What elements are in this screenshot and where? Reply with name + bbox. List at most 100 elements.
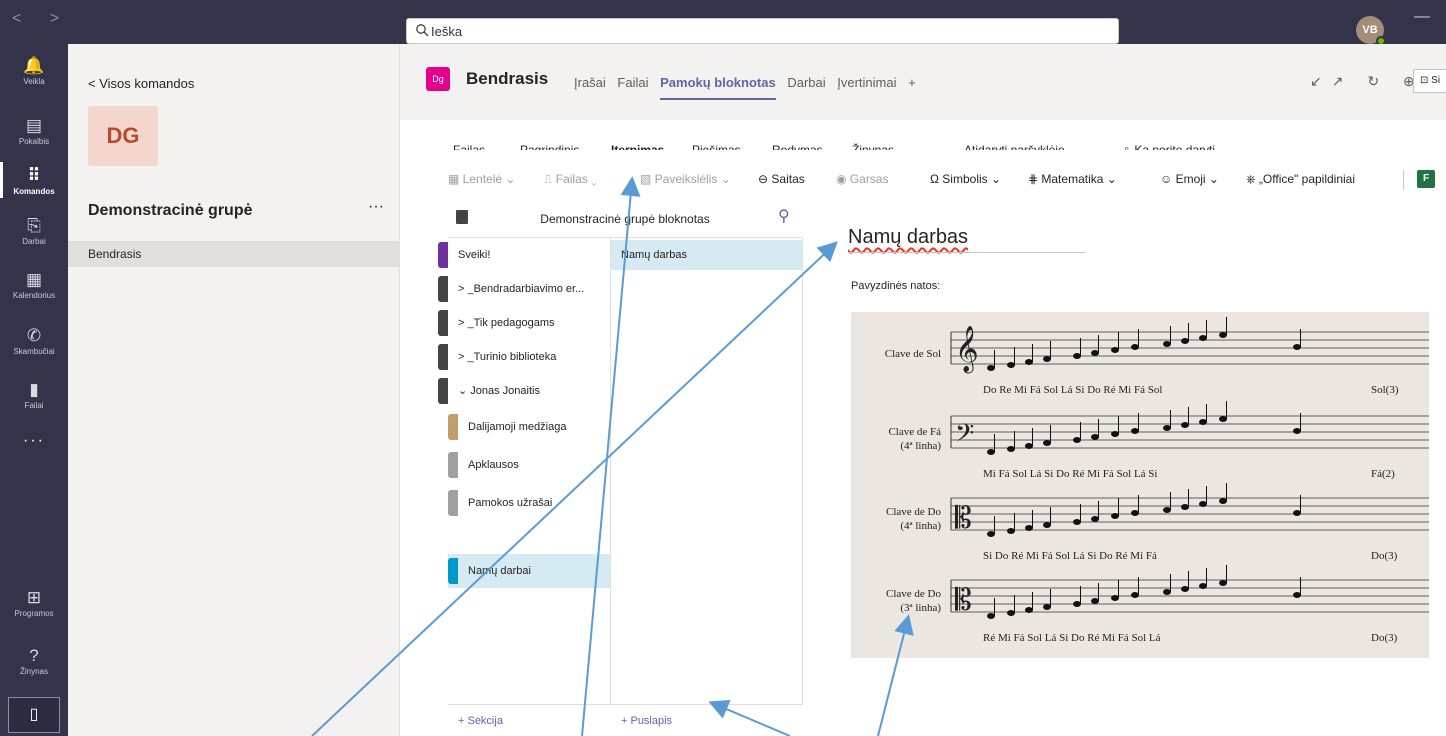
excel-icon[interactable]: F bbox=[1417, 170, 1435, 188]
score-image[interactable]: 𝄞 𝄢 𝄡 𝄡 Clave de Sol Do Re Mi Fá Sol Lá Si … bbox=[851, 312, 1429, 658]
note-head bbox=[1043, 356, 1051, 362]
page-title[interactable]: Namų darbas bbox=[848, 226, 968, 249]
note-head bbox=[1181, 504, 1189, 510]
section-item[interactable]: > _Bendradarbiavimo er... bbox=[438, 272, 610, 306]
device-icon[interactable]: ▯ bbox=[8, 697, 60, 733]
audio-button[interactable]: ◉ Garsas bbox=[836, 172, 888, 186]
section-item-selected[interactable]: Namų darbai bbox=[448, 554, 610, 588]
note-head bbox=[1293, 510, 1301, 516]
rail-item-chat[interactable]: ▤ Pokalbis bbox=[0, 116, 68, 146]
more-options-icon[interactable]: ··· bbox=[368, 198, 384, 216]
section-color-tab bbox=[438, 378, 448, 404]
clef-sub: (4ª linha) bbox=[900, 440, 941, 452]
more-apps-icon[interactable]: ··· bbox=[0, 432, 68, 450]
section-item[interactable]: Pamokos užrašai bbox=[448, 486, 610, 520]
section-item[interactable]: Apklausos bbox=[448, 448, 610, 482]
note-head bbox=[1007, 446, 1015, 452]
header-actions[interactable]: ↙↗ ↻ ⊕ bbox=[1310, 73, 1425, 90]
symbol-button[interactable]: Ω Simbolis ⌄ bbox=[930, 172, 1001, 186]
search-box[interactable]: Ieška bbox=[406, 18, 1119, 44]
table-button[interactable]: ▦ Lentelė ⌄ bbox=[448, 172, 515, 186]
section-color-tab bbox=[448, 414, 458, 440]
rail-item-assignments[interactable]: ⎘ Darbai bbox=[0, 216, 68, 246]
section-item[interactable]: > _Turinio biblioteka bbox=[438, 340, 610, 374]
app-rail: 🔔 Veikla ▤ Pokalbis ⠿ Komandos ⎘ Darbai … bbox=[0, 44, 68, 736]
page-canvas[interactable]: Namų darbas Pavyzdinės natos: 𝄞 𝄢 𝄡 𝄡 Clave… bbox=[803, 200, 1446, 736]
note-head bbox=[1181, 338, 1189, 344]
search-icon[interactable]: ⚲ bbox=[778, 206, 790, 226]
page-item-selected[interactable]: Namų darbas bbox=[611, 240, 802, 270]
minimize-button[interactable]: — bbox=[1414, 8, 1430, 26]
section-item[interactable]: ⌄ Jonas Jonaitis bbox=[438, 374, 610, 408]
picture-button[interactable]: ▧ Paveikslėlis ⌄ bbox=[640, 172, 731, 186]
teams-panel: < Visos komandos DG Demonstracinė grupė … bbox=[68, 44, 400, 736]
section-item[interactable]: Dalijamoji medžiaga bbox=[448, 410, 610, 444]
emoji-button[interactable]: ☺ Emoji ⌄ bbox=[1160, 172, 1219, 186]
meet-button[interactable]: ⊡ Si bbox=[1413, 69, 1446, 93]
team-name: Demonstracinė grupė bbox=[88, 202, 253, 219]
rail-item-files[interactable]: ▮ Failai bbox=[0, 380, 68, 410]
main-area: Dg Bendrasis Įrašai Failai Pamokų blokno… bbox=[400, 44, 1446, 736]
note-head bbox=[1163, 507, 1171, 513]
add-page-button[interactable]: + Puslapis bbox=[621, 715, 672, 727]
note-head bbox=[1131, 510, 1139, 516]
calendar-icon: ▦ bbox=[25, 270, 43, 289]
rail-item-apps[interactable]: ⊞ Programos bbox=[0, 588, 68, 618]
section-label: Apklausos bbox=[468, 459, 519, 471]
rail-item-teams[interactable]: ⠿ Komandos bbox=[0, 162, 68, 198]
link-button[interactable]: ⊖ Saitas bbox=[758, 172, 805, 186]
section-label: ⌄ Jonas Jonaitis bbox=[458, 385, 540, 397]
add-tab-button[interactable]: + bbox=[908, 75, 916, 90]
note-head bbox=[1163, 425, 1171, 431]
note-name-last: Do(3) bbox=[1371, 632, 1398, 644]
note-head bbox=[1043, 604, 1051, 610]
section-label: Dalijamoji medžiaga bbox=[468, 421, 567, 433]
note-head bbox=[1007, 528, 1015, 534]
note-head bbox=[1181, 586, 1189, 592]
channel-item-general[interactable]: Bendrasis bbox=[68, 241, 399, 267]
section-item[interactable]: > _Tik pedagogams bbox=[438, 306, 610, 340]
rail-label: Skambučiai bbox=[13, 347, 55, 356]
clef-icon: 𝄡 bbox=[955, 583, 972, 618]
tab-grades[interactable]: Įvertinimai bbox=[837, 75, 896, 90]
nav-arrows[interactable]: < > bbox=[12, 10, 71, 28]
rail-item-activity[interactable]: 🔔 Veikla bbox=[0, 56, 68, 86]
channel-title: Bendrasis bbox=[466, 69, 549, 88]
section-item[interactable]: Sveiki! bbox=[438, 238, 610, 272]
tab-posts[interactable]: Įrašai bbox=[574, 75, 606, 90]
back-to-teams-link[interactable]: < Visos komandos bbox=[88, 76, 194, 91]
note-head bbox=[1091, 598, 1099, 604]
clef-icon: 𝄞 bbox=[955, 326, 979, 374]
assignments-icon: ⎘ bbox=[27, 216, 41, 235]
note-names: Mi Fá Sol Lá Si Do Ré Mi Fá Sol Lá Si Fá… bbox=[983, 468, 1395, 480]
avatar[interactable]: VB bbox=[1356, 16, 1386, 46]
office-addins-button[interactable]: ⎈ „Office" papildiniai bbox=[1246, 172, 1355, 187]
note-name-last: Fá(2) bbox=[1371, 468, 1395, 480]
section-color-tab bbox=[438, 344, 448, 370]
chat-icon: ▤ bbox=[25, 116, 43, 135]
add-page-bar: + Puslapis bbox=[611, 704, 803, 736]
phone-icon: ✆ bbox=[26, 326, 42, 345]
tab-class-notebook[interactable]: Pamokų bloknotas bbox=[660, 75, 776, 90]
note-head bbox=[1073, 601, 1081, 607]
clef-label: Clave de Do bbox=[886, 588, 941, 600]
note-head bbox=[1091, 434, 1099, 440]
rail-item-calls[interactable]: ✆ Skambučiai bbox=[0, 326, 68, 356]
note-head bbox=[987, 449, 995, 455]
math-button[interactable]: ⋕ Matematika ⌄ bbox=[1028, 172, 1117, 186]
teams-icon: ⠿ bbox=[27, 166, 41, 185]
rail-item-calendar[interactable]: ▦ Kalendorius bbox=[0, 270, 68, 300]
note-head bbox=[1199, 335, 1207, 341]
note-head bbox=[1025, 525, 1033, 531]
section-color-tab bbox=[448, 558, 458, 584]
page-text[interactable]: Pavyzdinės natos: bbox=[851, 280, 940, 292]
rail-item-help[interactable]: ? Žinynas bbox=[0, 646, 68, 676]
note-head bbox=[1073, 519, 1081, 525]
add-section-button[interactable]: + Sekcija bbox=[458, 715, 503, 727]
rail-label: Programos bbox=[14, 609, 54, 618]
search-input[interactable]: Ieška bbox=[431, 24, 462, 39]
tab-files[interactable]: Failai bbox=[617, 75, 648, 90]
tab-assignments[interactable]: Darbai bbox=[787, 75, 825, 90]
attach-file-button[interactable]: ⎍ Failas ⌄ bbox=[544, 172, 597, 187]
clef-icon: 𝄡 bbox=[955, 501, 972, 536]
